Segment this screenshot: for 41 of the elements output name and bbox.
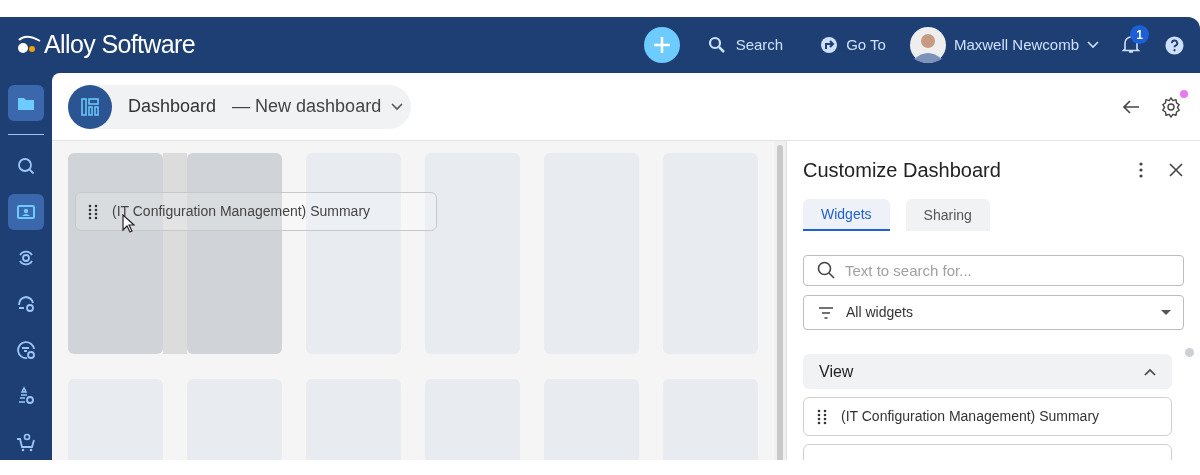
cart-gear-icon (15, 431, 37, 453)
search-icon (15, 155, 37, 177)
chevron-down-icon (391, 102, 404, 111)
search-icon (707, 36, 726, 54)
drag-handle-icon (88, 203, 98, 220)
tab[interactable]: Sharing (905, 199, 990, 231)
scrollbar[interactable] (777, 145, 783, 460)
widget-item[interactable]: (IT Configuration Management) Summary (803, 397, 1172, 436)
cloud-gear-icon (15, 293, 37, 315)
settings-icon (1160, 95, 1182, 118)
search-button[interactable]: Search (707, 33, 784, 57)
drag-handle-icon (817, 408, 827, 425)
more-options-icon[interactable] (1138, 161, 1144, 179)
panel-title: Customize Dashboard (803, 158, 1001, 183)
plus-icon (651, 35, 672, 55)
filter-icon (818, 306, 834, 319)
goto-icon (820, 36, 839, 54)
avatar (909, 27, 946, 63)
search-icon (817, 261, 835, 279)
chevron-down-icon (1087, 41, 1099, 49)
close-icon[interactable] (1168, 162, 1184, 178)
logo-text: Alloy Software (44, 29, 196, 61)
sidebar-item[interactable] (8, 194, 44, 230)
dragged-widget[interactable]: (IT Configuration Management) Summary (75, 192, 437, 231)
logo-icon (16, 34, 42, 56)
dashboard-icon (80, 96, 100, 117)
dashboard-selector[interactable]: Dashboard — New dashboard (68, 84, 412, 129)
sidebar-item[interactable] (8, 85, 44, 121)
search-field[interactable]: Text to search for... (803, 255, 1184, 286)
filter-dropdown[interactable]: All widgets (803, 295, 1184, 330)
back-arrow-icon[interactable] (1122, 98, 1140, 115)
circle-gear-icon (15, 339, 37, 361)
goto-button[interactable]: Go To (820, 33, 886, 57)
user-menu[interactable]: Maxwell Newcomb (909, 27, 1099, 63)
help-icon[interactable] (1165, 35, 1184, 55)
tab[interactable]: Widgets (803, 199, 890, 231)
section-header[interactable]: View (803, 354, 1172, 389)
add-button[interactable] (643, 27, 680, 63)
dropdown-arrow-icon (1161, 310, 1171, 315)
notification-badge: 1 (1130, 25, 1149, 44)
scrollbar-thumb[interactable] (1184, 348, 1194, 357)
